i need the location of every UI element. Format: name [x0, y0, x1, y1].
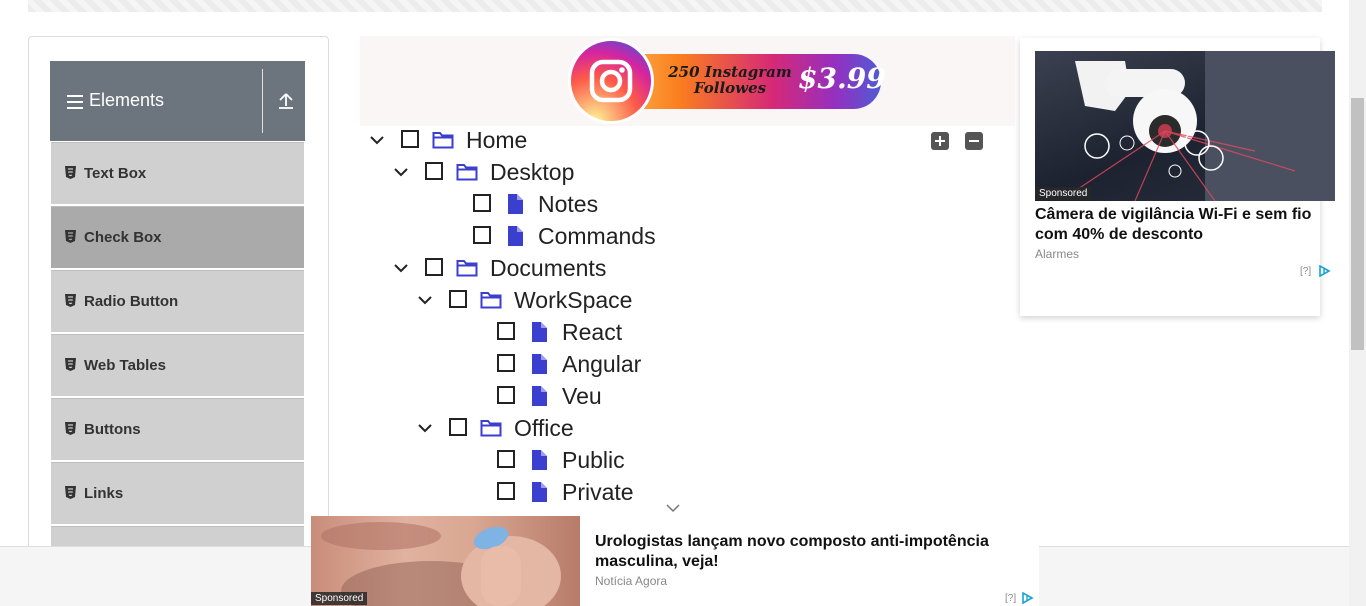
tree-node-private[interactable]: Private	[442, 479, 742, 510]
menu-item-label: Text Box	[84, 165, 147, 182]
menu-item-label: Links	[84, 485, 124, 502]
chevron-down-icon[interactable]	[418, 423, 432, 433]
tree-node-label: Angular	[562, 351, 642, 377]
tree-node-office[interactable]: Office	[418, 415, 718, 446]
tree-node-label: Home	[466, 127, 528, 153]
tree-checkbox[interactable]	[425, 162, 443, 180]
tree-checkbox[interactable]	[401, 130, 419, 148]
chevron-down-icon[interactable]	[666, 504, 680, 513]
tree-node-label: Public	[562, 447, 625, 473]
tree-node-label: Veu	[562, 383, 602, 409]
tree-node-angular[interactable]: Angular	[442, 351, 742, 382]
file-icon	[532, 482, 547, 502]
html5-icon	[65, 166, 76, 179]
tree-node-label: Commands	[538, 223, 656, 249]
tree-checkbox[interactable]	[497, 482, 515, 500]
menu-item-web-tables[interactable]: Web Tables	[51, 334, 304, 396]
elements-group-title: Elements	[89, 90, 165, 110]
tree-checkbox[interactable]	[497, 450, 515, 468]
tree-checkbox[interactable]	[497, 322, 515, 340]
adchoices-icon[interactable]	[1022, 592, 1036, 604]
menu-item-label: Buttons	[84, 421, 141, 438]
file-icon	[532, 322, 547, 342]
file-icon	[508, 226, 523, 246]
instagram-ad-price: $3.99	[798, 62, 886, 95]
tree-node-label: Desktop	[490, 159, 575, 185]
tree-node-notes[interactable]: Notes	[418, 191, 718, 222]
ad-info-link[interactable]: [?]	[1005, 593, 1016, 604]
ad-info-link[interactable]: [?]	[1300, 266, 1311, 277]
security-camera-image[interactable]: Sponsored	[1035, 51, 1335, 201]
folder-icon	[480, 420, 502, 437]
tree-checkbox[interactable]	[449, 290, 467, 308]
tree-checkbox[interactable]	[449, 418, 467, 436]
tree-checkbox[interactable]	[473, 226, 491, 244]
page-scrollbar[interactable]	[1349, 0, 1366, 606]
chevron-down-icon[interactable]	[370, 135, 384, 145]
menu-item-links[interactable]: Links	[51, 462, 304, 524]
file-icon	[532, 386, 547, 406]
chevron-down-icon[interactable]	[394, 167, 408, 177]
tree-node-public[interactable]: Public	[442, 447, 742, 478]
menu-item-check-box[interactable]: Check Box	[51, 206, 304, 268]
right-ad-title[interactable]: Câmera de vigilância Wi-Fi e sem fio com…	[1035, 205, 1325, 245]
html5-icon	[65, 358, 76, 371]
scrollbar-thumb[interactable]	[1351, 98, 1364, 350]
sponsored-label: Sponsored	[311, 592, 368, 605]
expand-all-button[interactable]	[931, 132, 949, 150]
menu-item-text-box[interactable]: Text Box	[51, 142, 304, 204]
menu-item-radio-button[interactable]: Radio Button	[51, 270, 304, 332]
tree-node-label: Private	[562, 479, 634, 505]
file-icon	[508, 194, 523, 214]
tree-checkbox[interactable]	[497, 386, 515, 404]
chevron-down-icon[interactable]	[394, 263, 408, 273]
tree-node-home[interactable]: Home	[370, 127, 670, 158]
instagram-ad-text: 250 Instagram Followes	[668, 63, 792, 97]
instagram-icon	[589, 59, 633, 103]
file-icon	[532, 450, 547, 470]
html5-icon	[65, 294, 76, 307]
bottom-ad-source[interactable]: Notícia Agora	[595, 574, 667, 588]
bottom-ad-title[interactable]: Urologistas lançam novo composto anti-im…	[595, 532, 1005, 572]
tree-node-label: React	[562, 319, 623, 345]
collapse-all-button[interactable]	[965, 132, 983, 150]
file-icon	[532, 354, 547, 374]
tree-checkbox[interactable]	[425, 258, 443, 276]
folder-icon	[480, 292, 502, 309]
menu-item-label: Radio Button	[84, 293, 179, 310]
tree-node-veu[interactable]: Veu	[442, 383, 742, 414]
top-banner-ad[interactable]	[28, 0, 1322, 12]
html5-icon	[65, 230, 76, 243]
sponsored-label: Sponsored	[1035, 187, 1092, 200]
html5-icon	[65, 422, 76, 435]
header-divider	[262, 69, 263, 133]
tree-node-label: WorkSpace	[514, 287, 633, 313]
collapse-arrow-icon[interactable]	[276, 91, 296, 111]
tree-checkbox[interactable]	[497, 354, 515, 372]
folder-icon	[432, 132, 454, 149]
camera-illustration	[1074, 51, 1335, 201]
tree-checkbox[interactable]	[473, 194, 491, 212]
html5-icon	[65, 486, 76, 499]
menu-item-label: Check Box	[84, 229, 162, 246]
tree-node-workspace[interactable]: WorkSpace	[418, 287, 718, 318]
elements-group-header[interactable]: Elements	[50, 61, 305, 141]
hamburger-icon	[67, 95, 83, 109]
chevron-down-icon[interactable]	[418, 295, 432, 305]
tree-node-desktop[interactable]: Desktop	[394, 159, 694, 190]
folder-icon	[456, 164, 478, 181]
folder-icon	[456, 260, 478, 277]
tree-node-commands[interactable]: Commands	[418, 223, 718, 254]
tree-node-label: Office	[514, 415, 574, 441]
menu-item-buttons[interactable]: Buttons	[51, 398, 304, 460]
ad-pill-image[interactable]: Sponsored	[311, 516, 580, 606]
tree-node-label: Notes	[538, 191, 599, 217]
tree-node-documents[interactable]: Documents	[394, 255, 694, 286]
adchoices-icon[interactable]	[1319, 265, 1333, 277]
right-ad-source[interactable]: Alarmes	[1035, 247, 1079, 261]
menu-item-label: Web Tables	[84, 357, 166, 374]
tree-node-react[interactable]: React	[442, 319, 742, 350]
tree-node-label: Documents	[490, 255, 607, 281]
